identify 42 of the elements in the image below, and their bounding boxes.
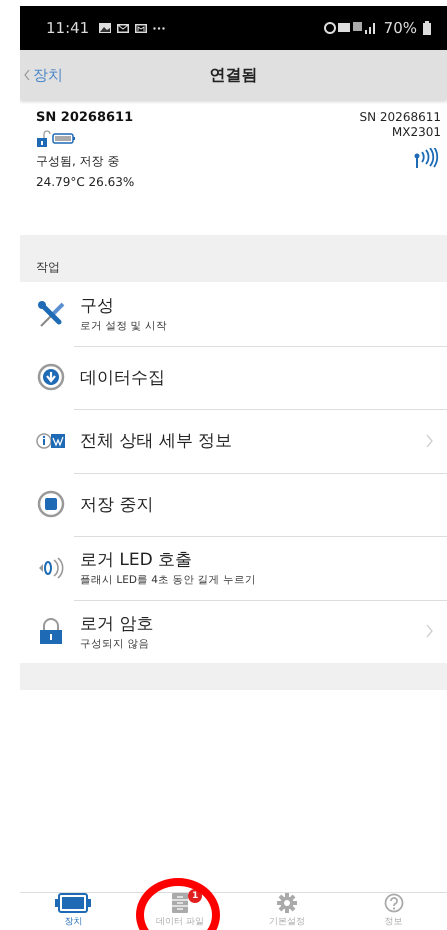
file-cabinet-icon	[172, 893, 188, 913]
help-icon	[384, 893, 404, 913]
battery-icon	[423, 21, 431, 35]
action-row[interactable]: 로거 암호 구성되지 않음	[20, 600, 447, 663]
info-status-icon	[36, 432, 66, 450]
action-row[interactable]: 로거 LED 호출 플래시 LED를 4초 동안 길게 누르기	[20, 536, 447, 600]
action-row[interactable]: 구성 로거 설정 및 시작	[20, 282, 447, 346]
section-title: 작업	[36, 259, 60, 276]
battery-percent: 70%	[384, 19, 417, 37]
action-title: 전체 상태 세부 정보	[80, 430, 234, 452]
mail-icon	[135, 24, 148, 32]
settings-icon	[276, 893, 297, 913]
wireless-signal-icon	[413, 148, 441, 170]
action-row[interactable]: 전체 상태 세부 정보	[20, 409, 447, 472]
download-icon	[37, 363, 65, 392]
signal-waves-icon	[37, 556, 65, 580]
more-icon	[153, 26, 166, 30]
tab[interactable]: 장치	[20, 893, 127, 930]
action-title: 저장 중지	[80, 494, 154, 516]
action-title: 로거 암호	[80, 612, 154, 635]
status-time: 11:41	[46, 19, 90, 37]
serial-number: SN 20268611	[360, 110, 441, 124]
screen-title: 연결됨	[210, 64, 258, 86]
mail-icon	[117, 24, 130, 32]
device-icon	[55, 893, 92, 913]
action-subtitle: 로거 설정 및 시작	[80, 319, 168, 334]
stop-icon	[37, 490, 65, 518]
model-number: MX2301	[392, 125, 441, 139]
action-row[interactable]: 저장 중지	[20, 472, 447, 536]
action-subtitle: 구성되지 않음	[80, 636, 150, 651]
device-readings: 24.79°C 26.63%	[36, 175, 134, 189]
action-title: 데이터수집	[80, 366, 166, 389]
action-title: 구성	[80, 295, 115, 318]
action-subtitle: 플래시 LED를 4초 동안 길게 누르기	[80, 573, 257, 588]
serial-number: SN 20268611	[36, 110, 134, 125]
device-status: 구성됨, 저장 중	[36, 153, 120, 170]
chevron-left-icon	[24, 69, 30, 81]
image-icon	[99, 23, 112, 33]
lock-icon	[39, 617, 63, 646]
action-title: 로거 LED 호출	[80, 549, 194, 572]
wrench-screwdriver-icon	[37, 300, 65, 328]
action-row[interactable]: 데이터수집	[20, 346, 447, 409]
